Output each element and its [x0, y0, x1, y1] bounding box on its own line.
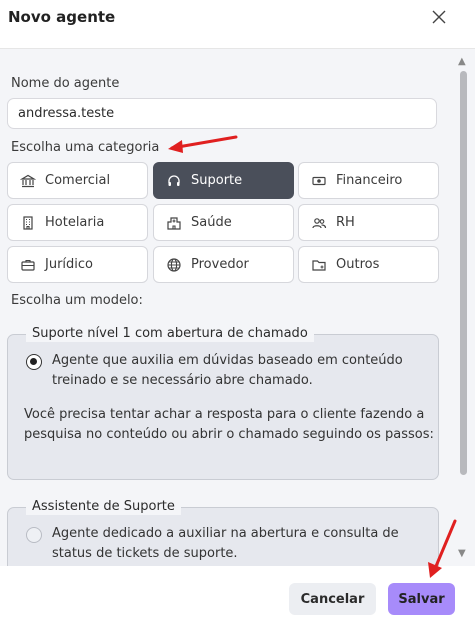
model-description: Agente que auxilia em dúvidas baseado em… — [52, 353, 403, 388]
model-description: Agente dedicado a auxiliar na abertura e… — [52, 526, 399, 561]
category-label-comercial: Comercial — [45, 173, 111, 188]
model-radio-selected[interactable] — [26, 354, 42, 370]
category-financeiro[interactable]: Financeiro — [298, 162, 439, 199]
category-label-suporte: Suporte — [191, 173, 243, 188]
category-label-hotelaria: Hotelaria — [45, 215, 105, 230]
dialog-body: Nome do agente Escolha uma categoria Com… — [0, 49, 475, 566]
category-label-juridico: Jurídico — [45, 257, 93, 272]
category-suporte[interactable]: Suporte — [153, 162, 294, 199]
category-label-rh: RH — [336, 215, 355, 230]
model-title: Assistente de Suporte — [26, 499, 181, 515]
folder-icon — [312, 259, 326, 271]
model-title: Suporte nível 1 com abertura de chamado — [26, 326, 314, 342]
hospital-icon — [167, 216, 181, 230]
users-icon — [312, 217, 327, 228]
agent-name-label: Nome do agente — [11, 76, 120, 91]
briefcase-icon — [21, 259, 35, 271]
scroll-down-icon[interactable]: ▼ — [458, 549, 466, 559]
scroll-up-icon[interactable]: ▲ — [458, 57, 466, 67]
category-label: Escolha uma categoria — [11, 140, 160, 155]
save-button[interactable]: Salvar — [388, 583, 455, 615]
dialog-footer: Cancelar Salvar — [0, 566, 475, 622]
model-note: Você precisa tentar achar a resposta par… — [24, 407, 434, 442]
scrollbar[interactable]: ▲ ▼ — [455, 49, 471, 566]
category-outros[interactable]: Outros — [298, 246, 439, 283]
model-card[interactable]: Suporte nível 1 com abertura de chamado … — [7, 326, 439, 480]
category-label-saude: Saúde — [191, 215, 232, 230]
category-saude[interactable]: Saúde — [153, 204, 294, 241]
category-hotelaria[interactable]: Hotelaria — [7, 204, 148, 241]
category-label-financeiro: Financeiro — [336, 173, 403, 188]
category-label-provedor: Provedor — [191, 257, 249, 272]
dialog-title: Novo agente — [8, 8, 116, 26]
close-icon — [432, 10, 446, 24]
cancel-button[interactable]: Cancelar — [289, 583, 376, 615]
globe-icon — [167, 257, 181, 272]
category-provedor[interactable]: Provedor — [153, 246, 294, 283]
category-juridico[interactable]: Jurídico — [7, 246, 148, 283]
money-icon — [312, 176, 326, 185]
category-label-outros: Outros — [336, 257, 380, 272]
model-label: Escolha um modelo: — [11, 293, 143, 308]
category-comercial[interactable]: Comercial — [7, 162, 148, 199]
category-rh[interactable]: RH — [298, 204, 439, 241]
close-button[interactable] — [428, 6, 450, 28]
building-icon — [23, 215, 33, 230]
agent-name-input[interactable] — [7, 98, 437, 129]
scroll-thumb[interactable] — [460, 71, 467, 475]
bank-icon — [20, 174, 36, 187]
model-radio[interactable] — [26, 527, 42, 543]
model-card[interactable]: Assistente de Suporte Agente dedicado a … — [7, 499, 439, 566]
dialog-header: Novo agente — [0, 0, 475, 49]
headset-icon — [168, 174, 180, 186]
